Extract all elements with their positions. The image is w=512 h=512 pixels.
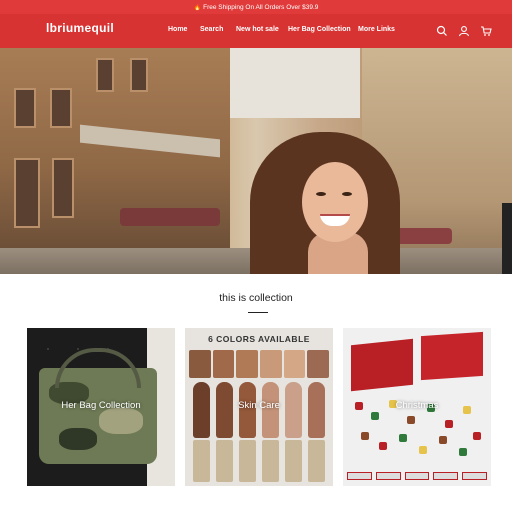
account-icon[interactable]: [458, 24, 470, 37]
card-label: Skin Care: [238, 400, 280, 411]
store-logo[interactable]: lbriumequil: [46, 21, 114, 35]
hero-model-photo: [250, 132, 400, 274]
title-divider: [248, 312, 268, 313]
collection-card-christmas[interactable]: Christmas: [343, 328, 491, 486]
color-swatches: [189, 382, 329, 442]
card-label: Christmas: [395, 400, 439, 411]
card-banner-text: 6 COLORS AVAILABLE: [208, 334, 310, 344]
collection-title: this is collection: [219, 292, 293, 304]
fire-icon: 🔥: [193, 4, 202, 11]
nav-new-hot-sale[interactable]: New hot sale: [236, 26, 279, 33]
collection-card-her-bag[interactable]: Her Bag Collection: [27, 328, 175, 486]
card-label: Her Bag Collection: [61, 400, 141, 411]
nav-her-bag-collection[interactable]: Her Bag Collection: [288, 26, 351, 33]
hero-banner[interactable]: [0, 48, 512, 274]
nav-search[interactable]: Search: [200, 26, 223, 33]
model-faces-strip: [189, 350, 330, 378]
collection-card-skin-care[interactable]: 6 COLORS AVAILABLE Skin Care: [185, 328, 333, 486]
announcement-text: Free Shipping On All Orders Over $39.9: [203, 3, 319, 11]
announcement-bar: 🔥 Free Shipping On All Orders Over $39.9: [0, 0, 512, 14]
side-drawer-tab[interactable]: [502, 203, 512, 274]
nav-more-links[interactable]: More Links: [358, 26, 395, 33]
site-header: lbriumequil Home Search New hot sale Her…: [0, 14, 512, 48]
nav-home[interactable]: Home: [168, 26, 187, 33]
search-icon[interactable]: [436, 24, 448, 36]
cart-icon[interactable]: [480, 24, 492, 36]
